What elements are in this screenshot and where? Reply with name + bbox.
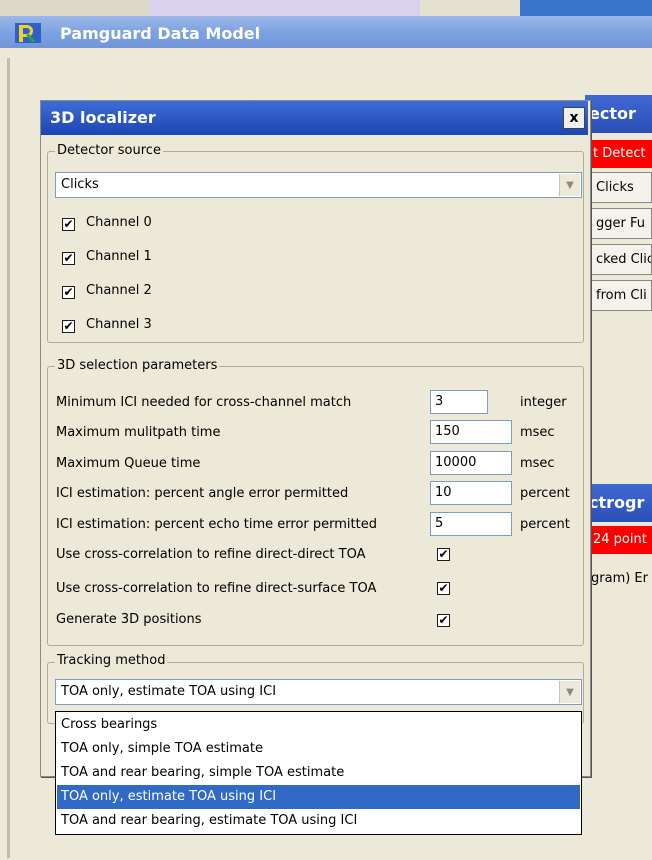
max-queue-unit: msec <box>520 456 555 471</box>
min-ici-unit: integer <box>520 395 567 410</box>
detector-panel-button-2[interactable]: gger Fu <box>585 208 652 239</box>
tracking-option-toa-ici[interactable]: TOA only, estimate TOA using ICI <box>57 785 580 809</box>
spectrogram-panel-status: 24 point <box>585 526 652 554</box>
close-button[interactable]: x <box>563 107 585 129</box>
channel-2-checkbox[interactable]: ✔ <box>62 286 75 299</box>
pamguard-logo-icon <box>15 23 41 43</box>
direct-surface-label: Use cross-correlation to refine direct-s… <box>56 581 377 596</box>
min-ici-field[interactable]: 3 <box>430 390 488 414</box>
close-icon: x <box>569 110 579 126</box>
dialog-title: 3D localizer <box>50 108 156 127</box>
angle-error-field[interactable]: 10 <box>430 481 512 505</box>
frame-border <box>7 58 10 858</box>
detector-panel-status: t Detect <box>585 140 652 168</box>
tracking-option-toa-rear-simple[interactable]: TOA and rear bearing, simple TOA estimat… <box>57 761 580 785</box>
channel-0-checkbox[interactable]: ✔ <box>62 218 75 231</box>
max-queue-field[interactable]: 10000 <box>430 451 512 475</box>
angle-error-unit: percent <box>520 486 570 501</box>
channel-3-label: Channel 3 <box>86 317 152 332</box>
main-window-title: Pamguard Data Model <box>60 24 261 43</box>
tracking-method-value: TOA only, estimate TOA using ICI <box>61 684 277 699</box>
detector-source-select[interactable]: Clicks ▼ <box>55 172 582 198</box>
tracking-option-toa-rear-ici[interactable]: TOA and rear bearing, estimate TOA using… <box>57 809 580 833</box>
max-queue-label: Maximum Queue time <box>56 456 201 471</box>
detector-panel-button-3[interactable]: cked Clic <box>585 244 652 275</box>
tracking-option-cross-bearings[interactable]: Cross bearings <box>57 713 580 737</box>
selection-params-legend: 3D selection parameters <box>55 358 220 373</box>
angle-error-label: ICI estimation: percent angle error perm… <box>56 486 349 501</box>
spectrogram-panel-text: gram) Er <box>591 571 648 586</box>
tracking-method-select[interactable]: TOA only, estimate TOA using ICI ▼ <box>55 679 582 705</box>
echo-error-unit: percent <box>520 517 570 532</box>
echo-error-field[interactable]: 5 <box>430 512 512 536</box>
detector-source-value: Clicks <box>61 177 99 192</box>
background-window-strip <box>0 0 652 16</box>
detector-source-legend: Detector source <box>55 143 163 158</box>
echo-error-label: ICI estimation: percent echo time error … <box>56 517 377 532</box>
channel-0-label: Channel 0 <box>86 215 152 230</box>
chevron-down-icon[interactable]: ▼ <box>559 174 580 196</box>
direct-surface-checkbox[interactable]: ✔ <box>437 582 450 595</box>
tracking-option-toa-simple[interactable]: TOA only, simple TOA estimate <box>57 737 580 761</box>
tracking-method-legend: Tracking method <box>55 653 168 668</box>
channel-1-checkbox[interactable]: ✔ <box>62 252 75 265</box>
detector-panel-button-4[interactable]: from Cli <box>585 280 652 311</box>
min-ici-label: Minimum ICI needed for cross-channel mat… <box>56 395 352 410</box>
chevron-down-icon[interactable]: ▼ <box>559 681 580 703</box>
generate-3d-label: Generate 3D positions <box>56 612 202 627</box>
generate-3d-checkbox[interactable]: ✔ <box>437 614 450 627</box>
max-multipath-label: Maximum mulitpath time <box>56 425 221 440</box>
direct-direct-checkbox[interactable]: ✔ <box>437 548 450 561</box>
direct-direct-label: Use cross-correlation to refine direct-d… <box>56 547 366 562</box>
channel-2-label: Channel 2 <box>86 283 152 298</box>
detector-panel-title: ector <box>585 95 652 133</box>
max-multipath-unit: msec <box>520 425 555 440</box>
max-multipath-field[interactable]: 150 <box>430 420 512 444</box>
tracking-method-dropdown: Cross bearings TOA only, simple TOA esti… <box>55 711 582 835</box>
channel-1-label: Channel 1 <box>86 249 152 264</box>
channel-3-checkbox[interactable]: ✔ <box>62 320 75 333</box>
detector-panel-button-1[interactable]: Clicks <box>585 172 652 203</box>
spectrogram-panel-title: ctrogr <box>585 484 652 522</box>
